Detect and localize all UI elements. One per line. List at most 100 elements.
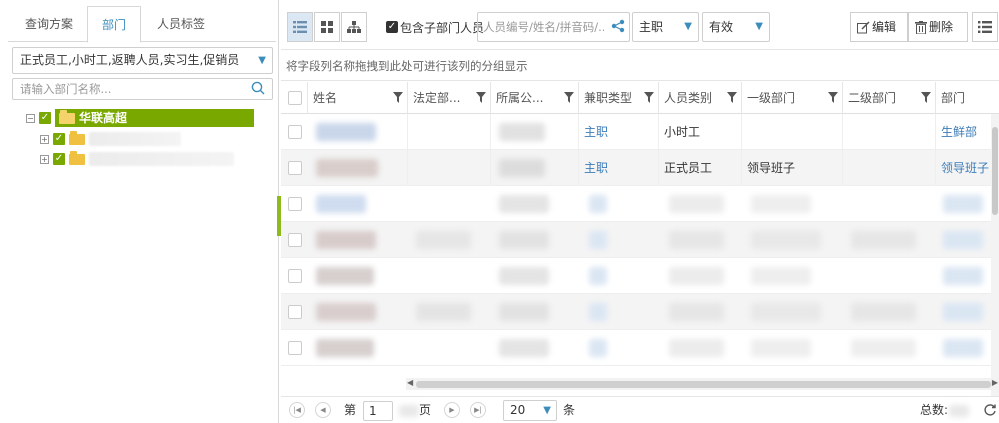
card-view-button[interactable] <box>314 12 340 42</box>
column-header-legal-dept[interactable]: 法定部... <box>408 82 491 114</box>
vertical-scroll-thumb[interactable] <box>992 127 998 215</box>
cell-part-type[interactable]: 主职 <box>579 114 659 150</box>
cell-legal-dept <box>408 150 491 186</box>
status-select[interactable]: 有效 ▼ <box>702 12 770 42</box>
tree-root-node[interactable]: − ✓ 华联高超 <box>26 109 254 127</box>
column-header-company[interactable]: 所属公... <box>491 82 579 114</box>
row-checkbox[interactable] <box>288 197 302 211</box>
redacted-value <box>316 195 366 213</box>
checkbox-checked-icon[interactable]: ✓ <box>386 21 398 33</box>
table-row[interactable] <box>281 330 999 366</box>
row-checkbox[interactable] <box>288 233 302 247</box>
filter-icon[interactable] <box>828 92 838 103</box>
post-type-select[interactable]: 主职 ▼ <box>632 12 699 42</box>
table-row[interactable] <box>281 186 999 222</box>
last-page-icon[interactable]: ▶| <box>470 402 486 418</box>
tree-root-label: 华联高超 <box>79 111 128 125</box>
column-header-dept[interactable]: 部门 <box>936 82 999 114</box>
tab-department[interactable]: 部门 <box>87 6 141 43</box>
tab-person-tags[interactable]: 人员标签 <box>146 6 216 42</box>
search-icon[interactable] <box>250 80 266 96</box>
employee-type-select[interactable]: 正式员工,小时工,返聘人员,实习生,促销员 ▼ <box>12 47 273 74</box>
row-checkbox[interactable] <box>288 125 302 139</box>
refresh-icon[interactable] <box>983 403 997 417</box>
tree-child-node[interactable]: + ✓ <box>40 130 181 148</box>
column-header-name[interactable]: 姓名 <box>308 82 408 114</box>
page-size-unit: 条 <box>563 403 576 417</box>
person-search-input[interactable] <box>478 13 604 41</box>
cell-category: 正式员工 <box>659 150 742 186</box>
table-row[interactable] <box>281 294 999 330</box>
vertical-scrollbar[interactable] <box>991 114 999 396</box>
redacted-value <box>751 339 811 357</box>
page-number-input[interactable]: 1 <box>363 401 393 421</box>
list-view-button[interactable] <box>287 12 313 42</box>
table-row[interactable] <box>281 258 999 294</box>
filter-icon[interactable] <box>921 92 931 103</box>
edit-button[interactable]: 编辑 <box>850 12 908 42</box>
row-checkbox[interactable] <box>288 269 302 283</box>
cell-dept[interactable]: 领导班子 <box>936 150 991 186</box>
scroll-left-icon[interactable]: ◀ <box>407 378 413 387</box>
tree-checkbox-checked-icon[interactable]: ✓ <box>39 112 51 124</box>
column-header-part-type[interactable]: 兼职类型 <box>579 82 659 114</box>
department-search-input[interactable] <box>13 79 241 99</box>
tree-checkbox-checked-icon[interactable]: ✓ <box>53 153 65 165</box>
menu-icon <box>978 21 992 33</box>
column-header-category[interactable]: 人员类别 <box>659 82 742 114</box>
redacted-value <box>499 231 549 249</box>
redacted-value <box>589 303 607 321</box>
employee-type-value: 正式员工,小时工,返聘人员,实习生,促销员 <box>20 53 240 67</box>
cell-name <box>308 150 408 186</box>
trash-icon <box>915 20 927 34</box>
row-checkbox[interactable] <box>288 341 302 355</box>
delete-label: 删除 <box>929 20 954 34</box>
row-checkbox[interactable] <box>288 305 302 319</box>
table-row[interactable] <box>281 222 999 258</box>
filter-icon[interactable] <box>393 92 403 103</box>
redacted-value <box>416 231 471 249</box>
horizontal-scrollbar[interactable]: ◀ ▶ <box>406 378 999 390</box>
column-header-level2-dept[interactable]: 二级部门 <box>843 82 936 114</box>
table-row[interactable]: 主职 小时工 生鲜部 <box>281 114 999 150</box>
scroll-right-icon[interactable]: ▶ <box>992 378 998 387</box>
person-search <box>477 12 630 42</box>
collapse-icon[interactable]: − <box>26 113 35 123</box>
tree-child-node[interactable]: + ✓ <box>40 150 234 168</box>
horizontal-scroll-thumb[interactable] <box>416 381 991 388</box>
page-size-select[interactable]: 20 ▼ <box>503 400 557 421</box>
tab-query-plan[interactable]: 查询方案 <box>14 6 84 42</box>
include-sub-label: 包含子部门人员 <box>400 20 485 35</box>
cell-dept[interactable]: 生鲜部 <box>936 114 991 150</box>
first-page-icon[interactable]: |◀ <box>289 402 305 418</box>
column-header-level1-dept[interactable]: 一级部门 <box>742 82 843 114</box>
redacted-value <box>316 267 374 285</box>
redacted-value <box>499 195 549 213</box>
next-page-icon[interactable]: ▶ <box>444 402 460 418</box>
filter-icon[interactable] <box>644 92 654 103</box>
delete-button[interactable]: 删除 <box>908 12 968 42</box>
share-icon[interactable] <box>611 19 625 33</box>
row-checkbox[interactable] <box>288 161 302 175</box>
filter-icon[interactable] <box>476 92 486 103</box>
cell-part-type[interactable]: 主职 <box>579 150 659 186</box>
post-type-value: 主职 <box>639 20 664 34</box>
expand-icon[interactable]: + <box>40 154 49 164</box>
select-all-checkbox[interactable] <box>288 91 302 105</box>
org-chart-view-button[interactable] <box>341 12 367 42</box>
more-menu-button[interactable] <box>972 12 998 42</box>
table-row[interactable]: 主职 正式员工 领导班子 领导班子 <box>281 150 999 186</box>
page-suffix: 页 <box>419 403 432 417</box>
group-by-drop-zone[interactable]: 将字段列名称拖拽到此处可进行该列的分组显示 <box>281 49 999 81</box>
prev-page-icon[interactable]: ◀ <box>315 402 331 418</box>
tree-checkbox-checked-icon[interactable]: ✓ <box>53 133 65 145</box>
expand-icon[interactable]: + <box>40 134 49 144</box>
include-sub-departments[interactable]: ✓ 包含子部门人员 <box>386 12 484 42</box>
tree-root-label-wrapper[interactable]: 华联高超 <box>55 109 254 127</box>
filter-icon[interactable] <box>727 92 737 103</box>
cell-level1-dept: 领导班子 <box>742 150 843 186</box>
redacted-value <box>589 195 607 213</box>
filter-icon[interactable] <box>564 92 574 103</box>
redacted-value <box>943 267 983 285</box>
folder-icon <box>69 150 85 165</box>
